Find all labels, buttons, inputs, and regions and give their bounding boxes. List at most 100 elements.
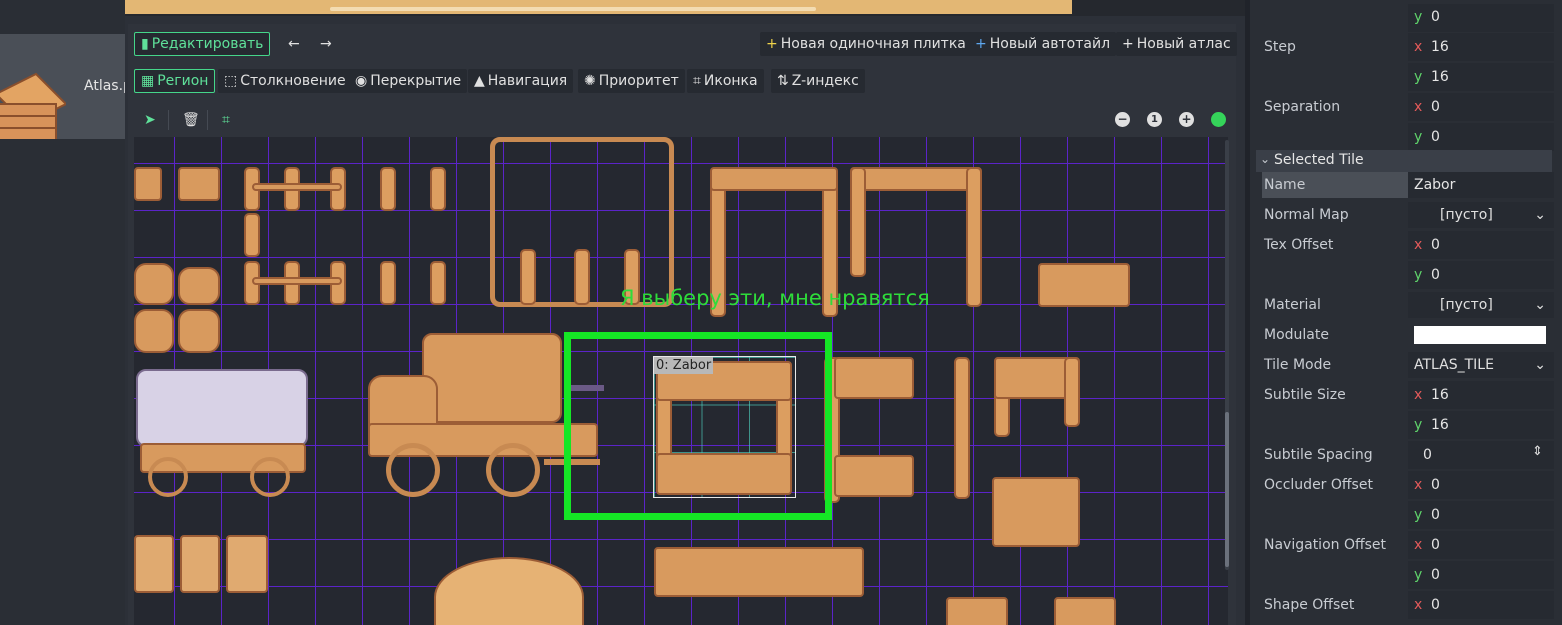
tab-z-index-label: Z-индекс (791, 73, 859, 89)
separation-y-value[interactable]: 0 (1431, 129, 1440, 145)
zoom-in-button[interactable]: + (1179, 112, 1194, 127)
separation-x-value[interactable]: 0 (1431, 99, 1440, 115)
sprite-crate (178, 167, 220, 201)
next-texture-button[interactable]: → (314, 32, 338, 56)
navigation-offset-y-value[interactable]: 0 (1431, 567, 1440, 583)
tab-z-index[interactable]: ⇅ Z-индекс (771, 69, 865, 93)
occlusion-icon: ◉ (355, 73, 368, 89)
selected-tile-region[interactable] (653, 356, 796, 498)
axis-y-label: y (1414, 69, 1423, 85)
sprite-fence (1064, 357, 1080, 427)
tab-region[interactable]: ▦ Регион (134, 69, 216, 93)
tab-occlusion-label: Перекрытие (370, 73, 462, 89)
z-index-icon: ⇅ (777, 73, 789, 89)
material-dropdown[interactable]: [пусто] ⌄ (1408, 292, 1554, 318)
navigation-offset-x-value[interactable]: 0 (1431, 537, 1440, 553)
field-bg (1408, 4, 1554, 32)
sprite-bench (946, 597, 1008, 625)
step-label: Step (1264, 39, 1296, 55)
normal-map-dropdown[interactable]: [пусто] ⌄ (1408, 202, 1554, 228)
name-input[interactable]: Zabor (1414, 177, 1455, 193)
section-title: Selected Tile (1274, 152, 1364, 168)
sprite-post (430, 261, 446, 305)
sprite-wheel (250, 457, 290, 497)
cursor-icon: ➤ (144, 112, 156, 128)
sprite-fence (834, 455, 914, 497)
texture-list-item[interactable]: Atlas.p (0, 34, 125, 139)
sprite-portrait (134, 535, 174, 593)
material-label: Material (1264, 297, 1321, 313)
erase-tool-button[interactable]: 🗑 (176, 108, 206, 132)
sprite-fence (850, 167, 866, 277)
occluder-offset-y-value[interactable]: 0 (1431, 507, 1440, 523)
axis-x-label: x (1414, 39, 1423, 55)
subtile-size-y-value[interactable]: 16 (1431, 417, 1449, 433)
chevron-down-icon: ⌄ (1534, 357, 1546, 373)
tab-priority[interactable]: ✺ Приоритет (578, 69, 685, 93)
spin-arrows-icon[interactable]: ⇕ (1532, 444, 1543, 459)
separation-label: Separation (1264, 99, 1341, 115)
axis-x-label: x (1414, 477, 1423, 493)
sprite-portrait (180, 535, 220, 593)
sprite-sack (178, 267, 220, 305)
tile-mode-dropdown[interactable]: ATLAS_TILE ⌄ (1408, 352, 1554, 378)
tex-offset-x-value[interactable]: 0 (1431, 237, 1440, 253)
shape-offset-x-value[interactable]: 0 (1431, 597, 1440, 613)
tex-offset-y-value[interactable]: 0 (1431, 267, 1440, 283)
axis-x-label: x (1414, 387, 1423, 403)
edit-button[interactable]: ▮ Редактировать (134, 32, 271, 56)
sprite-wagon-cover (136, 369, 308, 447)
axis-x-label: x (1414, 237, 1423, 253)
tab-collision[interactable]: ⬚ Столкновение (218, 69, 352, 93)
sprite-haystack (434, 557, 584, 625)
subtile-size-x-value[interactable]: 16 (1431, 387, 1449, 403)
step-y-value[interactable]: 16 (1431, 69, 1449, 85)
horizontal-scrollbar[interactable] (330, 7, 816, 11)
occluder-offset-x-value[interactable]: 0 (1431, 477, 1440, 493)
grid-snap-icon: ⌗ (222, 112, 230, 128)
modulate-color-swatch[interactable] (1414, 326, 1546, 344)
snap-grid-button[interactable]: ⌗ (216, 108, 236, 132)
texture-name: Atlas.p (84, 78, 125, 94)
name-label: Name (1264, 177, 1306, 193)
region-size-y-value[interactable]: 0 (1431, 9, 1440, 25)
axis-x-label: x (1414, 597, 1423, 613)
collision-icon: ⬚ (224, 73, 238, 89)
new-single-tile-button[interactable]: + Новая одиночная плитка (760, 32, 972, 56)
sprite-sack (134, 263, 174, 305)
tab-priority-label: Приоритет (598, 73, 679, 89)
sprite-wheel (386, 443, 440, 497)
zoom-out-button[interactable]: − (1115, 112, 1130, 127)
step-x-value[interactable]: 16 (1431, 39, 1449, 55)
annotation-text: Я выберу эти, мне нравятся (620, 286, 930, 310)
region-icon: ▦ (141, 73, 155, 89)
field-bg (1408, 33, 1554, 61)
axis-x-label: x (1414, 537, 1423, 553)
toolbar-divider (168, 110, 169, 130)
tab-navigation[interactable]: ▲ Навигация (468, 69, 574, 93)
icon-icon: ⌗ (693, 73, 701, 89)
zoom-reset-button[interactable]: 1 (1147, 112, 1162, 127)
vertical-scrollbar-thumb[interactable] (1225, 412, 1229, 567)
minus-icon: − (1117, 112, 1128, 126)
sprite-fence (954, 357, 970, 499)
new-autotile-label: Новый автотайл (989, 36, 1111, 52)
select-tool-button[interactable]: ➤ (138, 108, 162, 132)
new-atlas-button[interactable]: + Новый атлас (1116, 32, 1237, 56)
new-autotile-button[interactable]: + Новый автотайл (969, 32, 1117, 56)
prev-texture-button[interactable]: ← (282, 32, 306, 56)
tab-occlusion[interactable]: ◉ Перекрытие (349, 69, 468, 93)
tab-icon[interactable]: ⌗ Иконка (687, 69, 764, 93)
sprite-portrait (226, 535, 268, 593)
subtile-spacing-value[interactable]: 0 (1423, 447, 1432, 463)
field-bg (1408, 123, 1554, 151)
plus-icon: + (766, 36, 778, 52)
navigation-offset-label: Navigation Offset (1264, 537, 1387, 553)
material-value: [пусто] (1440, 297, 1493, 313)
modulate-label: Modulate (1264, 327, 1329, 343)
field-bg (1408, 231, 1554, 259)
new-atlas-label: Новый атлас (1136, 36, 1231, 52)
navigation-icon: ▲ (474, 73, 485, 89)
priority-icon: ✺ (584, 73, 596, 89)
sprite-fence (850, 167, 982, 191)
